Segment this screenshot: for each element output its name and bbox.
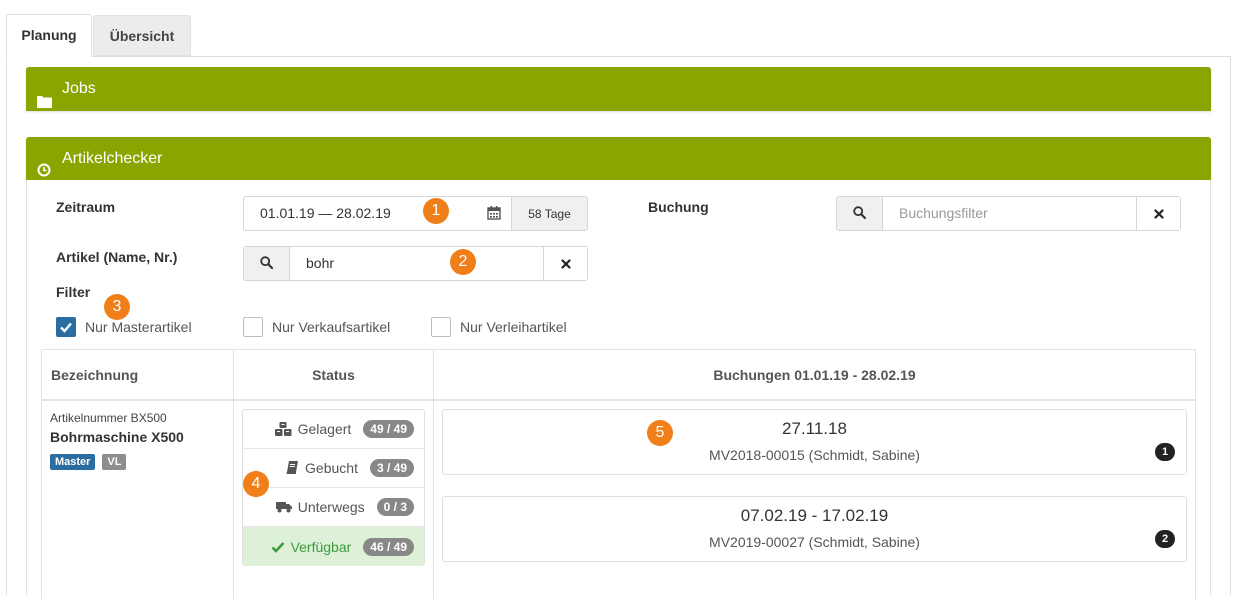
booking-2-ref[interactable]: MV2019-00027 (Schmidt, Sabine) bbox=[443, 534, 1186, 550]
tab-bar-divider bbox=[6, 56, 1231, 57]
status-in-transit-count: 0 / 3 bbox=[376, 498, 414, 516]
status-available-label: Verfügbar bbox=[290, 538, 352, 555]
tab-uebersicht[interactable]: Übersicht bbox=[93, 15, 191, 56]
table-border-right bbox=[1195, 349, 1196, 599]
tag-vl: VL bbox=[102, 454, 127, 470]
period-label: Zeitraum bbox=[56, 199, 116, 215]
period-value: 01.01.19 — 28.02.19 bbox=[260, 205, 391, 221]
status-booked-label: Gebucht bbox=[305, 460, 358, 476]
table-header-status[interactable]: Status bbox=[234, 350, 433, 400]
checkbox-sales-only[interactable] bbox=[243, 317, 263, 337]
period-days-addon: 58 Tage bbox=[511, 197, 587, 230]
articlechecker-panel-title: Artikelchecker bbox=[62, 150, 163, 167]
tag-master: Master bbox=[50, 454, 96, 470]
article-search-addon bbox=[244, 247, 290, 280]
checkbox-rental-only[interactable] bbox=[431, 317, 451, 337]
status-booked-count: 3 / 49 bbox=[369, 459, 414, 477]
checkbox-master-only-label[interactable]: Nur Masterartikel bbox=[85, 319, 192, 335]
articlechecker-panel-header[interactable]: Artikelchecker bbox=[26, 137, 1211, 181]
booking-1-count: 1 bbox=[1155, 443, 1175, 461]
status-available-count: 46 / 49 bbox=[363, 537, 414, 556]
booking-card-2[interactable]: 07.02.19 - 17.02.19 MV2019-00027 (Schmid… bbox=[442, 496, 1187, 562]
filter-label: Filter bbox=[56, 284, 91, 300]
status-row-booked[interactable]: Gebucht 3 / 49 bbox=[243, 449, 424, 488]
close-icon bbox=[560, 256, 571, 272]
callout-2: 2 bbox=[450, 249, 476, 275]
jobs-panel-header[interactable]: Jobs bbox=[26, 67, 1211, 111]
article-filter-label: Artikel (Name, Nr.) bbox=[56, 249, 178, 265]
check-icon bbox=[57, 322, 75, 339]
check-icon bbox=[271, 541, 285, 553]
callout-4: 4 bbox=[243, 471, 269, 497]
book-icon bbox=[286, 461, 299, 475]
booking-search-addon bbox=[837, 197, 883, 230]
article-name[interactable]: Bohrmaschine X500 bbox=[50, 429, 184, 445]
table-border-left bbox=[41, 349, 42, 599]
checkbox-sales-only-label[interactable]: Nur Verkaufsartikel bbox=[272, 319, 390, 335]
table-header-bookings[interactable]: Buchungen 01.01.19 - 28.02.19 bbox=[434, 350, 1195, 400]
callout-1: 1 bbox=[423, 198, 449, 224]
booking-1-date: 27.11.18 bbox=[782, 419, 847, 438]
close-icon bbox=[1153, 206, 1164, 222]
calendar-icon[interactable] bbox=[487, 206, 501, 223]
tab-planung[interactable]: Planung bbox=[6, 14, 92, 57]
booking-filter-placeholder: Buchungsfilter bbox=[899, 205, 988, 221]
status-row-available[interactable]: Verfügbar 46 / 49 bbox=[243, 527, 424, 566]
period-field[interactable]: 01.01.19 — 28.02.19 58 Tage bbox=[243, 196, 588, 231]
jobs-panel-title: Jobs bbox=[62, 80, 96, 97]
status-row-in-transit[interactable]: Unterwegs 0 / 3 bbox=[243, 488, 424, 527]
booking-filter-label: Buchung bbox=[648, 199, 709, 215]
callout-3: 3 bbox=[104, 294, 130, 320]
checkbox-master-only[interactable] bbox=[56, 317, 76, 337]
booking-card-1[interactable]: 27.11.18 MV2018-00015 (Schmidt, Sabine) … bbox=[442, 409, 1187, 475]
search-icon bbox=[853, 205, 867, 222]
booking-1-ref[interactable]: MV2018-00015 (Schmidt, Sabine) bbox=[443, 447, 1186, 463]
status-in-transit-label: Unterwegs bbox=[297, 499, 365, 515]
booking-filter-field[interactable]: Buchungsfilter bbox=[836, 196, 1181, 231]
period-days: 58 Tage bbox=[528, 206, 571, 221]
status-list: Gelagert 49 / 49 Gebucht 3 / 49 Unterweg… bbox=[242, 409, 425, 566]
table-header-name[interactable]: Bezeichnung bbox=[51, 350, 138, 400]
booking-2-date: 07.02.19 - 17.02.19 bbox=[740, 506, 889, 525]
article-tags: Master VL bbox=[50, 452, 129, 470]
status-row-stored[interactable]: Gelagert 49 / 49 bbox=[243, 410, 424, 449]
truck-icon bbox=[275, 501, 292, 513]
cubes-icon bbox=[274, 422, 292, 436]
callout-5: 5 bbox=[647, 420, 673, 446]
folder-icon bbox=[37, 82, 52, 126]
status-stored-count: 49 / 49 bbox=[363, 420, 414, 438]
article-filter-field[interactable]: bohr bbox=[243, 246, 588, 281]
booking-clear-button[interactable] bbox=[1136, 197, 1180, 230]
status-stored-label: Gelagert bbox=[297, 421, 352, 437]
checkbox-rental-only-label[interactable]: Nur Verleihartikel bbox=[460, 319, 567, 335]
article-clear-button[interactable] bbox=[543, 247, 587, 280]
search-icon bbox=[260, 255, 274, 272]
booking-2-count: 2 bbox=[1155, 530, 1175, 548]
article-number: Artikelnummer BX500 bbox=[50, 411, 167, 425]
article-filter-value: bohr bbox=[306, 255, 335, 271]
